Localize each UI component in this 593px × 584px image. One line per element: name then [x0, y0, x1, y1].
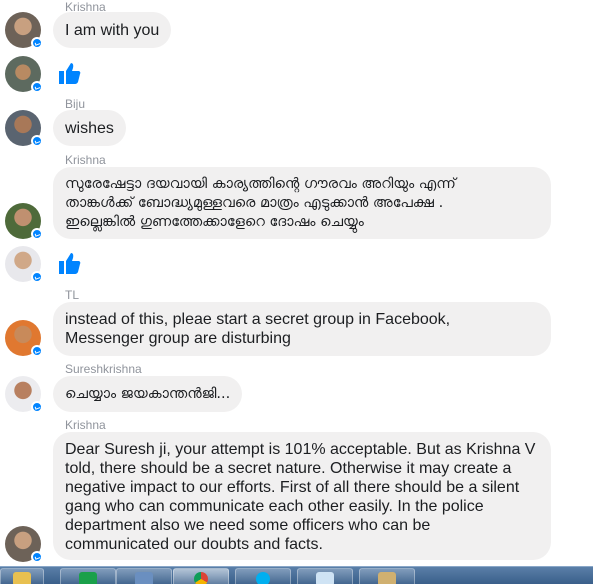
conversation: Krishna I am with you Biju wishes Krishn…	[0, 0, 593, 566]
avatar[interactable]	[5, 56, 43, 93]
avatar[interactable]	[5, 203, 43, 240]
sender-name: Sureshkrishna	[65, 362, 142, 376]
message-bubble[interactable]: സുരേഷേട്ടാ ദയവായി കാര്യത്തിന്റെ ഗൗരവം അറ…	[53, 167, 551, 239]
avatar[interactable]	[5, 246, 43, 283]
avatar[interactable]	[5, 110, 43, 147]
messenger-badge-icon	[31, 37, 43, 49]
taskbar	[0, 566, 593, 584]
message-line: താങ്കൾക്ക് ബോദ്ധ്യമുള്ളവരെ മാത്രം എടുക്ക…	[65, 195, 444, 211]
message-line: negative impact to our efforts. First of…	[65, 479, 520, 496]
thumbs-up-icon[interactable]	[58, 251, 82, 275]
message-bubble[interactable]: Dear Suresh ji, your attempt is 101% acc…	[53, 432, 551, 560]
messenger-badge-icon	[31, 271, 43, 283]
taskbar-media-icon[interactable]	[116, 568, 172, 584]
message-bubble[interactable]: wishes	[53, 110, 126, 146]
messenger-badge-icon	[31, 135, 43, 147]
avatar[interactable]	[5, 526, 43, 563]
taskbar-chrome-icon[interactable]	[173, 568, 229, 584]
message-line: gang who can communicate each other easi…	[65, 498, 484, 515]
taskbar-notepad-icon[interactable]	[297, 568, 353, 584]
messenger-badge-icon	[31, 345, 43, 357]
avatar[interactable]	[5, 12, 43, 49]
message-bubble[interactable]: I am with you	[53, 12, 172, 48]
taskbar-paint-icon[interactable]	[359, 568, 415, 584]
message-bubble[interactable]: ചെയ്യാം ജയകാന്തൻജി...	[53, 376, 243, 412]
avatar[interactable]	[5, 320, 43, 357]
thumbs-up-icon[interactable]	[58, 61, 82, 85]
message-line: communicated our doubts and facts.	[65, 536, 323, 553]
messenger-badge-icon	[31, 81, 43, 93]
messenger-badge-icon	[31, 551, 43, 563]
taskbar-folder-icon[interactable]	[0, 568, 44, 584]
message-line: Dear Suresh ji, your attempt is 101% acc…	[65, 441, 536, 458]
message-line: instead of this, pleae start a secret gr…	[65, 311, 451, 328]
messenger-badge-icon	[31, 228, 43, 240]
sender-name: Biju	[65, 97, 86, 111]
sender-name: TL	[65, 288, 80, 302]
messenger-badge-icon	[31, 401, 43, 413]
message-line: Messenger group are disturbing	[65, 330, 291, 347]
taskbar-store-icon[interactable]	[60, 568, 116, 584]
message-line: told, there should be a secret nature. O…	[65, 460, 512, 477]
message-line: ഇല്ലെങ്കിൽ ഗുണത്തേക്കാളേറെ ദോഷം ചെയ്യും	[65, 214, 364, 230]
message-line: സുരേഷേട്ടാ ദയവായി കാര്യത്തിന്റെ ഗൗരവം അറ…	[65, 176, 456, 192]
sender-name: Krishna	[65, 153, 106, 167]
message-line: department also we need some officers wh…	[65, 517, 431, 534]
taskbar-skype-icon[interactable]	[235, 568, 291, 584]
message-bubble[interactable]: instead of this, pleae start a secret gr…	[53, 302, 551, 356]
avatar[interactable]	[5, 376, 43, 413]
sender-name: Krishna	[65, 418, 106, 432]
